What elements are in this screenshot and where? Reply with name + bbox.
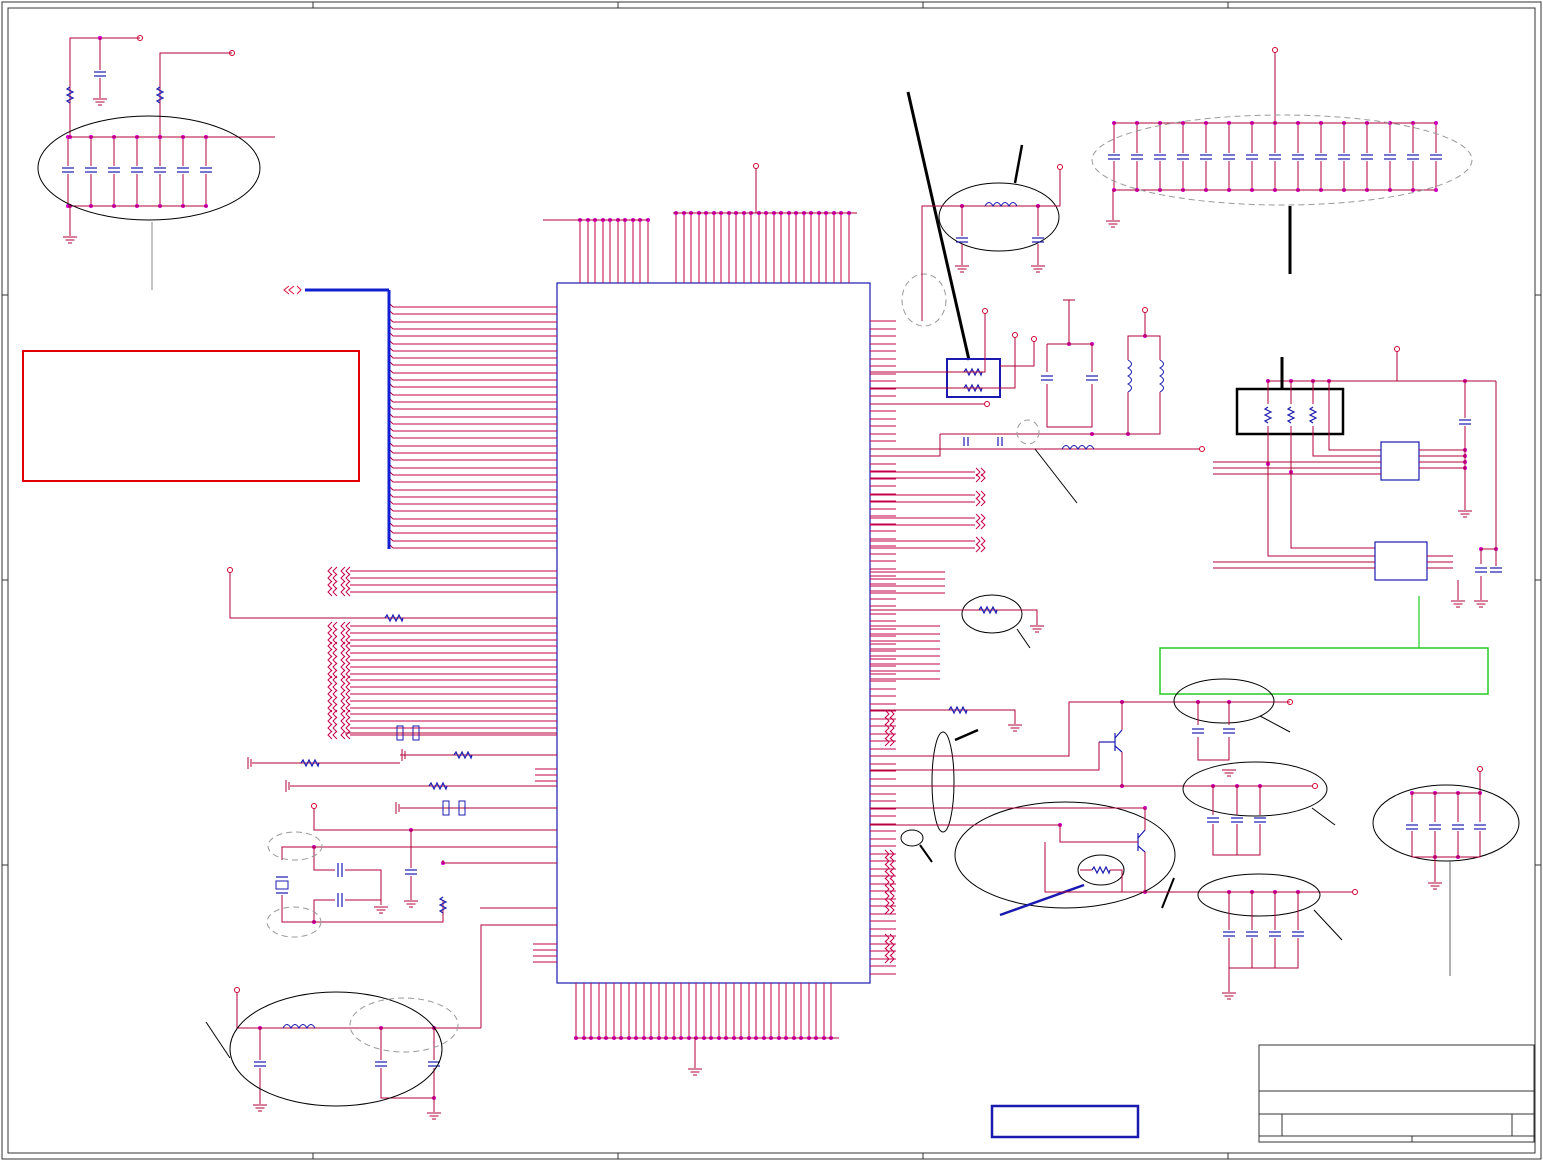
offpage-arrow (884, 940, 895, 950)
offpage-arrow (975, 543, 986, 553)
offpage-arrow (327, 730, 338, 740)
offpage-arrow (884, 933, 895, 943)
decoupling-capacitor (1222, 154, 1236, 160)
schematic-sheet (1, 1, 1542, 1160)
offpage-arrow (327, 648, 338, 658)
decoupling-capacitor (1337, 154, 1351, 160)
offpage-arrow (327, 682, 338, 692)
offpage-arrow (327, 628, 338, 638)
decoupling-capacitor (1176, 154, 1190, 160)
decoupling-capacitor (1268, 154, 1282, 160)
title-block (1258, 1044, 1535, 1143)
offpage-arrow (340, 689, 351, 699)
right-top-decoupling-row (1091, 47, 1473, 274)
offpage-arrow (884, 884, 895, 894)
offpage-arrow (975, 513, 986, 523)
decoupling-capacitor (199, 167, 213, 173)
decoupling-capacitor (1291, 154, 1305, 160)
offpage-arrow (327, 573, 338, 583)
offpage-arrow (327, 655, 338, 665)
offpage-arrow (975, 497, 986, 507)
offpage-arrow (884, 730, 895, 740)
offpage-arrow (340, 648, 351, 658)
offpage-arrow (975, 473, 986, 483)
offpage-arrow (340, 682, 351, 692)
right-logic-section (1213, 346, 1502, 648)
offpage-arrow (340, 730, 351, 740)
offpage-arrow (340, 580, 351, 590)
decoupling-capacitor (61, 167, 75, 173)
offpage-arrow (327, 709, 338, 719)
decoupling-capacitor (1314, 154, 1328, 160)
offpage-arrow (884, 877, 895, 887)
decoupling-capacitor (1245, 154, 1259, 160)
offpage-arrow (327, 662, 338, 672)
offpage-arrow (327, 675, 338, 685)
offpage-arrow (340, 675, 351, 685)
offpage-arrow (884, 863, 895, 873)
decoupling-capacitor (84, 167, 98, 173)
offpage-arrow (327, 580, 338, 590)
offpage-arrow (327, 566, 338, 576)
offpage-arrow (340, 723, 351, 733)
offpage-arrow (340, 587, 351, 597)
right-circuits (870, 91, 1205, 732)
offpage-arrow (340, 628, 351, 638)
decoupling-capacitor (1130, 154, 1144, 160)
decoupling-capacitor (130, 167, 144, 173)
offpage-arrow (327, 689, 338, 699)
offpage-arrow (327, 716, 338, 726)
offpage-arrow (340, 641, 351, 651)
offpage-arrow (340, 573, 351, 583)
decoupling-capacitor (107, 167, 121, 173)
address-data-bus (283, 285, 391, 549)
decoupling-capacitor (1153, 154, 1167, 160)
offpage-arrow (975, 520, 986, 530)
offpage-arrow (884, 870, 895, 880)
offpage-arrow (884, 737, 895, 747)
offpage-arrow (327, 696, 338, 706)
green-note-box (1159, 647, 1489, 695)
decoupling-capacitor (176, 167, 190, 173)
offpage-arrow (340, 662, 351, 672)
decoupling-capacitor (153, 167, 167, 173)
offpage-arrow (884, 716, 895, 726)
offpage-arrow (327, 587, 338, 597)
decoupling-capacitor (1107, 154, 1121, 160)
decoupling-capacitor (1429, 154, 1443, 160)
decoupling-capacitor (1383, 154, 1397, 160)
top-left-decoupling-group (37, 35, 275, 290)
offpage-arrow (975, 536, 986, 546)
offpage-arrow (884, 905, 895, 915)
left-bias-circuits (227, 567, 557, 1028)
red-note-box (22, 350, 360, 482)
decoupling-capacitor (1360, 154, 1374, 160)
offpage-arrow (884, 723, 895, 733)
offpage-arrow (327, 723, 338, 733)
offpage-arrow (340, 621, 351, 631)
offpage-arrow (340, 655, 351, 665)
offpage-arrow (327, 621, 338, 631)
offpage-arrow (327, 641, 338, 651)
offpage-arrow (340, 709, 351, 719)
ic-top-power (543, 163, 857, 1076)
bottom-left-filter (205, 987, 481, 1120)
decoupling-capacitor (1406, 154, 1420, 160)
offpage-arrow (340, 696, 351, 706)
offpage-arrow (340, 716, 351, 726)
offpage-arrow (340, 566, 351, 576)
main-ic-body[interactable] (556, 282, 871, 984)
transistor-circuits (870, 678, 1520, 1000)
blue-label-box (990, 1104, 1140, 1139)
decoupling-capacitor (1199, 154, 1213, 160)
offpage-arrow (884, 947, 895, 957)
offpage-arrow (975, 490, 986, 500)
